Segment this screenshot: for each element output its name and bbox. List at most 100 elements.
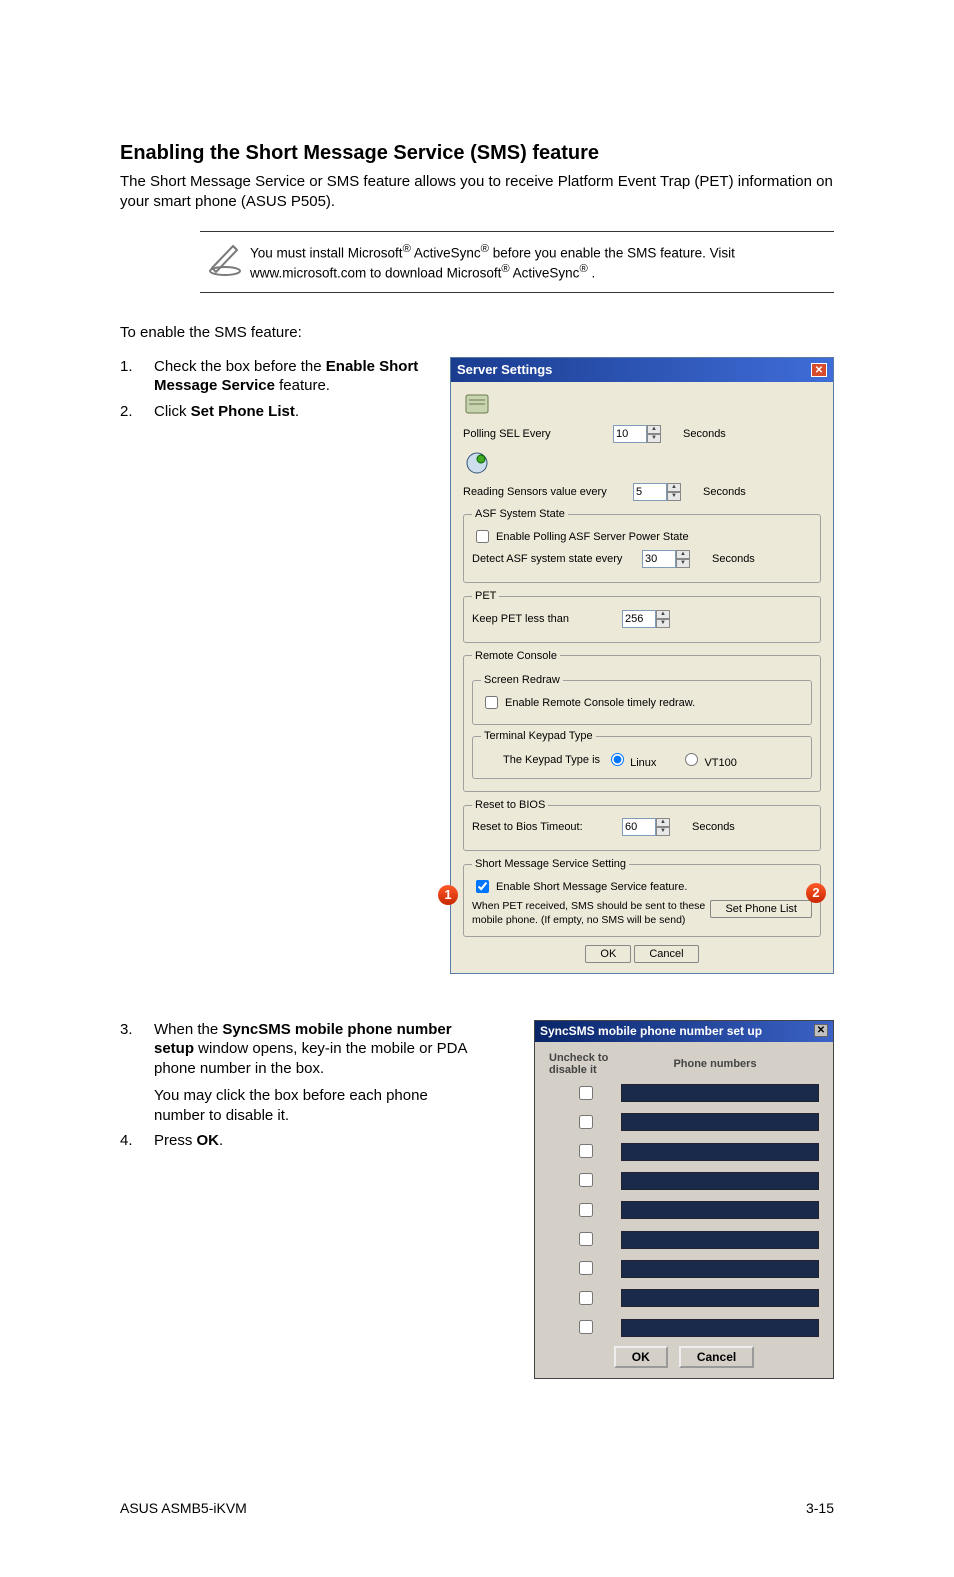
phone-number-input[interactable] [621, 1084, 819, 1102]
callout-1: 1 [438, 885, 458, 905]
syncsms-title: SyncSMS mobile phone number set up [540, 1024, 762, 1040]
syncsms-ok-button[interactable]: OK [614, 1346, 668, 1368]
phone-row [549, 1141, 819, 1162]
sensor-icon [463, 449, 491, 477]
phone-number-input[interactable] [621, 1319, 819, 1337]
seconds-label: Seconds [683, 427, 726, 441]
reset-bios-legend: Reset to BIOS [472, 798, 548, 812]
sms-enable-checkbox[interactable] [476, 880, 489, 893]
phone-number-input[interactable] [621, 1231, 819, 1249]
phone-disable-checkbox[interactable] [579, 1144, 593, 1158]
spinner-arrows[interactable]: ▲▼ [676, 550, 690, 568]
reading-sensors-input[interactable] [633, 483, 667, 501]
asf-fieldset: ASF System State Enable Polling ASF Serv… [463, 507, 821, 583]
keypad-linux-label: Linux [630, 757, 656, 769]
phone-row [549, 1288, 819, 1309]
step-text: Click [154, 403, 191, 420]
uncheck-header-line: Uncheck to [549, 1052, 608, 1064]
sms-note-text: When PET received, SMS should be sent to… [472, 900, 712, 927]
step-list-a: 1. Check the box before the Enable Short… [120, 357, 430, 422]
ok-button[interactable]: OK [585, 945, 631, 963]
syncsms-cancel-button[interactable]: Cancel [679, 1346, 754, 1368]
section-heading: Enabling the Short Message Service (SMS)… [120, 140, 834, 166]
phone-number-input[interactable] [621, 1260, 819, 1278]
keypad-linux-radio[interactable] [611, 753, 624, 766]
seconds-label: Seconds [692, 820, 735, 834]
polling-sel-input[interactable] [613, 425, 647, 443]
seconds-label: Seconds [703, 485, 746, 499]
close-icon[interactable]: ✕ [814, 1024, 828, 1037]
step-bold: Set Phone List [191, 403, 295, 420]
asf-enable-checkbox[interactable] [476, 530, 489, 543]
phone-number-input[interactable] [621, 1143, 819, 1161]
pet-label: Keep PET less than [472, 612, 622, 626]
step-text: . [219, 1132, 223, 1149]
phone-number-input[interactable] [621, 1172, 819, 1190]
step-4: 4. Press OK. [120, 1131, 474, 1151]
keypad-vt100-label: VT100 [704, 757, 736, 769]
close-icon[interactable]: ✕ [811, 363, 827, 377]
phone-row [549, 1258, 819, 1279]
phone-row [549, 1317, 819, 1338]
sms-enable-label: Enable Short Message Service feature. [496, 880, 687, 894]
phone-disable-checkbox[interactable] [579, 1291, 593, 1305]
uncheck-header-line: disable it [549, 1064, 597, 1076]
step-text: Check the box before the [154, 358, 326, 375]
syncsms-header-row: Uncheck to disable it Phone numbers [549, 1052, 819, 1076]
reset-bios-input[interactable] [622, 818, 656, 836]
syncsms-titlebar: SyncSMS mobile phone number set up ✕ [535, 1021, 833, 1043]
note-fragment: . [592, 266, 596, 281]
phone-disable-checkbox[interactable] [579, 1261, 593, 1275]
phone-disable-checkbox[interactable] [579, 1086, 593, 1100]
pen-icon [205, 238, 245, 278]
step-text: Press [154, 1132, 197, 1149]
step-text: When the [154, 1021, 222, 1038]
asf-legend: ASF System State [472, 507, 568, 521]
phone-disable-checkbox[interactable] [579, 1173, 593, 1187]
screen-redraw-label: Enable Remote Console timely redraw. [505, 696, 695, 710]
asf-detect-input[interactable] [642, 550, 676, 568]
spinner-arrows[interactable]: ▲▼ [656, 610, 670, 628]
set-phone-list-button[interactable]: Set Phone List [710, 900, 812, 918]
phone-number-input[interactable] [621, 1289, 819, 1307]
pet-input[interactable] [622, 610, 656, 628]
spinner-arrows[interactable]: ▲▼ [656, 818, 670, 836]
note-fragment: ActiveSync [414, 246, 481, 261]
sms-setting-fieldset: 1 2 Short Message Service Setting Enable… [463, 857, 821, 937]
terminal-keypad-legend: Terminal Keypad Type [481, 729, 596, 743]
step-number: 4. [120, 1131, 154, 1151]
terminal-keypad-fieldset: Terminal Keypad Type The Keypad Type is … [472, 729, 812, 779]
reset-bios-fieldset: Reset to BIOS Reset to Bios Timeout: ▲▼ … [463, 798, 821, 851]
reset-bios-label: Reset to Bios Timeout: [472, 820, 622, 834]
screen-redraw-checkbox[interactable] [485, 696, 498, 709]
phone-row [549, 1112, 819, 1133]
phone-number-input[interactable] [621, 1201, 819, 1219]
step-list-b: 3. When the SyncSMS mobile phone number … [120, 1020, 474, 1151]
spinner-arrows[interactable]: ▲▼ [647, 425, 661, 443]
remote-console-fieldset: Remote Console Screen Redraw Enable Remo… [463, 649, 821, 792]
phone-disable-checkbox[interactable] [579, 1320, 593, 1334]
phone-disable-checkbox[interactable] [579, 1203, 593, 1217]
callout-2: 2 [806, 883, 826, 903]
phone-row [549, 1200, 819, 1221]
footer-right: 3-15 [806, 1499, 834, 1517]
intro-text: The Short Message Service or SMS feature… [120, 172, 834, 211]
seconds-label: Seconds [712, 552, 755, 566]
phone-number-input[interactable] [621, 1113, 819, 1131]
phone-disable-checkbox[interactable] [579, 1115, 593, 1129]
sms-legend: Short Message Service Setting [472, 857, 629, 871]
phone-row [549, 1083, 819, 1104]
page-footer: ASUS ASMB5-iKVM 3-15 [120, 1499, 834, 1517]
cancel-button[interactable]: Cancel [634, 945, 698, 963]
polling-sel-label: Polling SEL Every [463, 427, 613, 441]
step-text: . [295, 403, 299, 420]
step-bold: OK [197, 1132, 220, 1149]
pet-legend: PET [472, 589, 499, 603]
keypad-vt100-radio[interactable] [685, 753, 698, 766]
phone-row [549, 1229, 819, 1250]
spinner-arrows[interactable]: ▲▼ [667, 483, 681, 501]
phone-disable-checkbox[interactable] [579, 1232, 593, 1246]
pet-fieldset: PET Keep PET less than ▲▼ [463, 589, 821, 642]
note-text: You must install Microsoft® ActiveSync® … [250, 238, 834, 282]
asf-detect-label: Detect ASF system state every [472, 552, 642, 566]
